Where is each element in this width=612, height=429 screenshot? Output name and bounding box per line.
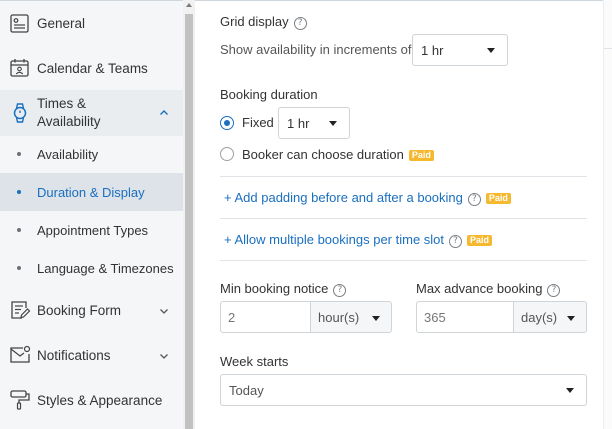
sidebar-subitem-label: Duration & Display (37, 185, 145, 200)
divider (220, 260, 587, 261)
chevron-down-icon (160, 309, 168, 314)
adjacent-panel-edge (603, 0, 612, 429)
mail-notification-icon (10, 345, 31, 363)
fixed-duration-radio[interactable] (220, 116, 234, 130)
sidebar-subitem-language-timezones[interactable]: Language & Timezones (0, 249, 183, 287)
general-settings-icon (10, 14, 29, 33)
calendar-icon (10, 59, 29, 77)
fixed-duration-value: 1 hr (287, 116, 310, 131)
sidebar-subitem-duration-display[interactable]: Duration & Display (0, 173, 183, 211)
booker-choose-radio[interactable] (220, 147, 234, 161)
sidebar-item-calendar-teams[interactable]: Calendar & Teams (0, 50, 183, 86)
paid-badge: Paid (467, 235, 493, 246)
max-advance-unit: day(s) (521, 310, 558, 325)
divider (220, 176, 587, 177)
booker-choose-row: Booker can choose duration Paid (242, 147, 434, 163)
dropdown-caret-icon (567, 316, 575, 321)
sidebar-subitem-label: Appointment Types (37, 223, 149, 238)
watch-icon (13, 103, 27, 123)
chevron-up-icon (160, 110, 168, 115)
max-advance-value: 365 (424, 310, 446, 325)
sidebar-item-label-line1: Times & (37, 96, 87, 111)
sidebar-scrollbar[interactable] (183, 0, 195, 429)
min-notice-unit: hour(s) (318, 310, 360, 325)
add-padding-label: + Add padding before and after a booking (224, 190, 463, 205)
sidebar-subitem-appointment-types[interactable]: Appointment Types (0, 211, 183, 249)
sidebar: General Calendar & Teams Times & Availab… (0, 1, 183, 429)
week-starts-label: Week starts (220, 354, 289, 369)
fixed-duration-label: Fixed (242, 115, 274, 130)
bullet-icon (17, 190, 21, 194)
dropdown-caret-icon (566, 388, 574, 393)
sidebar-item-booking-form[interactable]: Booking Form (0, 292, 183, 328)
booker-choose-label: Booker can choose duration (242, 147, 404, 162)
fixed-duration-select[interactable]: 1 hr (278, 107, 350, 139)
sidebar-item-notifications[interactable]: Notifications (0, 337, 183, 373)
paint-roller-icon (10, 390, 30, 410)
dropdown-caret-icon (372, 316, 380, 321)
sidebar-item-general[interactable]: General (0, 6, 183, 42)
help-icon[interactable]: ? (449, 235, 463, 248)
min-notice-unit-select[interactable]: hour(s) (311, 301, 392, 333)
sidebar-item-label: Booking Form (37, 303, 122, 318)
scroll-up-arrow-icon[interactable] (186, 3, 192, 7)
help-icon[interactable]: ? (333, 284, 347, 297)
grid-display-heading: Grid display? (220, 14, 307, 30)
week-starts-select[interactable]: Today (220, 374, 587, 406)
panel-edge-divider (604, 48, 612, 49)
increments-select[interactable]: 1 hr (412, 34, 508, 66)
add-padding-link[interactable]: + Add padding before and after a booking… (224, 190, 511, 206)
sidebar-item-label: Notifications (37, 348, 111, 363)
min-notice-label: Min booking notice (220, 281, 329, 296)
min-notice-heading: Min booking notice? (220, 281, 347, 297)
scrollbar-thumb[interactable] (185, 14, 193, 429)
max-advance-input[interactable]: 365 (416, 301, 514, 333)
max-advance-label: Max advance booking (416, 281, 543, 296)
bullet-icon (17, 266, 21, 270)
sidebar-subitem-label: Availability (37, 147, 99, 162)
min-notice-value: 2 (228, 310, 236, 325)
paid-badge: Paid (485, 193, 511, 204)
sidebar-subitem-availability[interactable]: Availability (0, 136, 183, 173)
sidebar-item-label: General (37, 16, 86, 31)
form-edit-icon (11, 301, 31, 319)
dropdown-caret-icon (487, 48, 495, 53)
sidebar-subitem-label: Language & Timezones (37, 261, 174, 276)
help-icon[interactable]: ? (547, 284, 561, 297)
dropdown-caret-icon (329, 121, 337, 126)
allow-multiple-bookings-link[interactable]: + Allow multiple bookings per time slot?… (224, 232, 493, 248)
divider (220, 218, 587, 219)
sidebar-item-styles-appearance[interactable]: Styles & Appearance (0, 382, 183, 418)
sidebar-item-label: Calendar & Teams (37, 61, 148, 76)
allow-multiple-label: + Allow multiple bookings per time slot (224, 232, 445, 247)
booking-duration-title: Booking duration (220, 87, 318, 102)
sidebar-item-label: Styles & Appearance (37, 393, 163, 408)
help-icon[interactable]: ? (467, 193, 481, 206)
help-icon[interactable]: ? (293, 17, 307, 30)
settings-panel: Grid display? Show availability in incre… (195, 0, 612, 429)
paid-badge: Paid (408, 150, 434, 161)
grid-display-title: Grid display (220, 14, 289, 29)
max-advance-heading: Max advance booking? (416, 281, 561, 297)
chevron-down-icon (160, 354, 168, 359)
min-notice-input[interactable]: 2 (220, 301, 311, 333)
sidebar-item-times-availability[interactable]: Times & Availability (0, 90, 183, 136)
bullet-icon (17, 152, 21, 156)
week-starts-value: Today (229, 383, 264, 398)
bullet-icon (17, 228, 21, 232)
sidebar-item-label-line2: Availability (37, 114, 101, 129)
max-advance-unit-select[interactable]: day(s) (514, 301, 587, 333)
increments-value: 1 hr (421, 43, 444, 58)
increments-label: Show availability in increments of (220, 42, 412, 57)
